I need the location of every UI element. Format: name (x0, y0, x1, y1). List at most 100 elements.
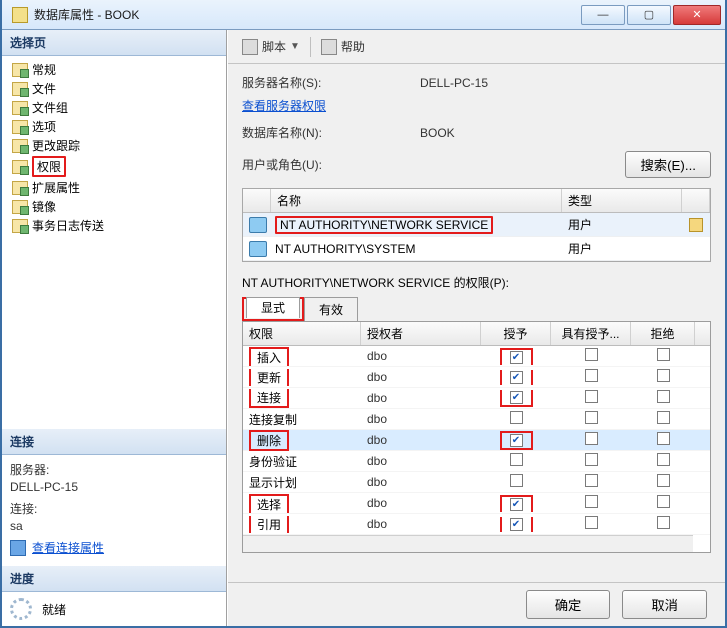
tab-effective[interactable]: 有效 (304, 297, 358, 321)
checkbox[interactable] (510, 371, 523, 384)
perm-row[interactable]: 插入dbo (243, 346, 710, 367)
perm-grant-cell (481, 431, 551, 450)
page-item[interactable]: 选项 (10, 117, 222, 136)
page-item[interactable]: 扩展属性 (10, 178, 222, 197)
perm-row[interactable]: 连接复制dbo (243, 409, 710, 430)
users-grid-body: NT AUTHORITY\NETWORK SERVICE用户NT AUTHORI… (243, 213, 710, 261)
checkbox[interactable] (510, 434, 523, 447)
window-title: 数据库属性 - BOOK (34, 6, 581, 23)
connection-block: 服务器: DELL-PC-15 连接: sa 查看连接属性 (2, 455, 226, 566)
perm-row[interactable]: 更新dbo (243, 367, 710, 388)
perm-name-cell: 身份验证 (243, 453, 361, 470)
checkbox[interactable] (657, 495, 670, 508)
help-button[interactable]: 帮助 (317, 36, 369, 57)
checkbox[interactable] (657, 411, 670, 424)
checkbox[interactable] (657, 474, 670, 487)
script-button[interactable]: 脚本 ▼ (238, 36, 304, 57)
page-item[interactable]: 镜像 (10, 197, 222, 216)
dialog-window: 数据库属性 - BOOK — ▢ ✕ 选择页 常规文件文件组选项更改跟踪权限扩展… (0, 0, 727, 628)
col-name-header[interactable]: 名称 (271, 189, 562, 212)
checkbox[interactable] (585, 348, 598, 361)
user-row[interactable]: NT AUTHORITY\NETWORK SERVICE用户 (243, 213, 710, 237)
cancel-button[interactable]: 取消 (622, 590, 707, 619)
perm-grant-cell (481, 348, 551, 365)
col-withgrant-header[interactable]: 具有授予... (551, 322, 631, 345)
close-button[interactable]: ✕ (673, 5, 721, 25)
checkbox[interactable] (585, 411, 598, 424)
horizontal-scrollbar[interactable] (243, 535, 693, 552)
checkbox[interactable] (585, 453, 598, 466)
search-button[interactable]: 搜索(E)... (625, 151, 711, 178)
connection-header: 连接 (2, 429, 226, 455)
checkbox[interactable] (657, 369, 670, 382)
page-tree: 常规文件文件组选项更改跟踪权限扩展属性镜像事务日志传送 (2, 56, 226, 239)
checkbox[interactable] (585, 474, 598, 487)
permissions-grid: 权限 授权者 授予 具有授予... 拒绝 插入dbo更新dbo连接dbo连接复制… (242, 321, 711, 553)
checkbox[interactable] (510, 518, 523, 531)
tab-explicit[interactable]: 显式 (246, 297, 300, 318)
perm-name-cell: 插入 (243, 347, 361, 366)
perm-row[interactable]: 引用dbo (243, 514, 710, 535)
checkbox[interactable] (510, 498, 523, 511)
view-server-permissions-link[interactable]: 查看服务器权限 (242, 99, 326, 113)
page-item-label: 文件 (32, 80, 56, 97)
col-grantor-header[interactable]: 授权者 (361, 322, 481, 345)
checkbox[interactable] (657, 432, 670, 445)
users-grid: 名称 类型 NT AUTHORITY\NETWORK SERVICE用户NT A… (242, 188, 711, 262)
page-item[interactable]: 事务日志传送 (10, 216, 222, 235)
user-name: NT AUTHORITY\SYSTEM (273, 239, 562, 259)
conn-value: sa (10, 517, 218, 539)
perm-name-cell: 删除 (243, 430, 361, 451)
col-type-header[interactable]: 类型 (562, 189, 682, 212)
perm-grantor-cell: dbo (361, 517, 481, 531)
titlebar: 数据库属性 - BOOK — ▢ ✕ (2, 0, 725, 30)
perm-row[interactable]: 显示计划dbo (243, 472, 710, 493)
page-item-label: 常规 (32, 61, 56, 78)
checkbox[interactable] (657, 348, 670, 361)
perm-row[interactable]: 身份验证dbo (243, 451, 710, 472)
sidebar: 选择页 常规文件文件组选项更改跟踪权限扩展属性镜像事务日志传送 连接 服务器: … (2, 30, 227, 626)
perm-row[interactable]: 选择dbo (243, 493, 710, 514)
checkbox[interactable] (510, 391, 523, 404)
checkbox[interactable] (585, 495, 598, 508)
checkbox[interactable] (585, 432, 598, 445)
page-item-label: 事务日志传送 (32, 217, 104, 234)
checkbox[interactable] (510, 411, 523, 424)
page-item[interactable]: 文件 (10, 79, 222, 98)
help-label: 帮助 (341, 38, 365, 55)
minimize-button[interactable]: — (581, 5, 625, 25)
maximize-button[interactable]: ▢ (627, 5, 671, 25)
script-icon (242, 39, 258, 55)
perm-row[interactable]: 连接dbo (243, 388, 710, 409)
checkbox[interactable] (657, 390, 670, 403)
edit-icon[interactable] (689, 218, 703, 232)
page-item[interactable]: 文件组 (10, 98, 222, 117)
perm-grantor-cell: dbo (361, 391, 481, 405)
view-connection-link[interactable]: 查看连接属性 (10, 539, 218, 556)
col-grant-header[interactable]: 授予 (481, 322, 551, 345)
perm-deny-cell (631, 453, 695, 469)
perm-grid-body[interactable]: 插入dbo更新dbo连接dbo连接复制dbo删除dbo身份验证dbo显示计划db… (243, 346, 710, 553)
checkbox[interactable] (585, 390, 598, 403)
user-type: 用户 (562, 213, 682, 236)
perm-row[interactable]: 删除dbo (243, 430, 710, 451)
col-perm-header[interactable]: 权限 (243, 322, 361, 345)
view-connection-text: 查看连接属性 (32, 539, 104, 556)
page-item[interactable]: 常规 (10, 60, 222, 79)
page-icon (12, 139, 28, 153)
checkbox[interactable] (585, 516, 598, 529)
perm-name-cell: 选择 (243, 494, 361, 513)
checkbox[interactable] (510, 351, 523, 364)
checkbox[interactable] (657, 453, 670, 466)
page-item[interactable]: 权限 (10, 155, 222, 178)
checkbox[interactable] (510, 474, 523, 487)
perm-grant-cell (481, 389, 551, 407)
checkbox[interactable] (585, 369, 598, 382)
page-item-label: 文件组 (32, 99, 68, 116)
user-row[interactable]: NT AUTHORITY\SYSTEM用户 (243, 237, 710, 261)
checkbox[interactable] (510, 453, 523, 466)
ok-button[interactable]: 确定 (526, 590, 611, 619)
checkbox[interactable] (657, 516, 670, 529)
page-item[interactable]: 更改跟踪 (10, 136, 222, 155)
col-deny-header[interactable]: 拒绝 (631, 322, 695, 345)
